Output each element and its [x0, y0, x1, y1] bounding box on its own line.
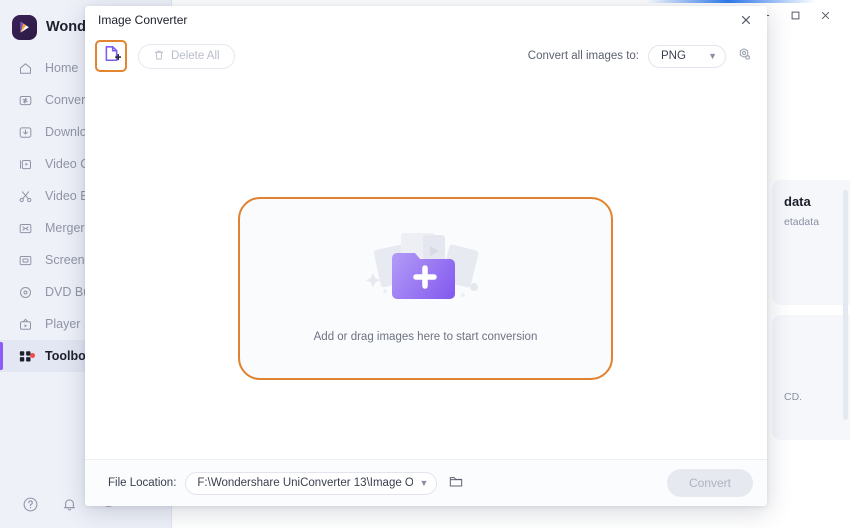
player-icon [17, 316, 34, 333]
sidebar-item-label: Video C [45, 157, 90, 171]
format-select[interactable]: PNG ▼ [648, 44, 726, 68]
screen-recorder-icon [17, 252, 34, 269]
open-folder-icon [448, 473, 464, 494]
toolbox-icon [17, 348, 35, 365]
dvd-burner-icon [17, 284, 34, 301]
toolbar-right-group: Convert all images to: PNG ▼ [527, 44, 753, 68]
trash-icon [153, 49, 165, 64]
add-file-button[interactable] [95, 40, 127, 72]
sidebar-item-label: Home [45, 61, 79, 75]
dialog-body: Add or drag images here to start convers… [85, 78, 767, 459]
sidebar-item-label: Convert [45, 93, 89, 107]
top-accent-bar [172, 0, 850, 3]
add-folder-icon [361, 229, 491, 309]
app-root: Wonder Home Convert Download Video C Vid… [0, 0, 850, 528]
image-dropzone[interactable]: Add or drag images here to start convers… [238, 197, 613, 380]
help-icon[interactable] [22, 496, 39, 518]
image-converter-dialog: Image Converter Delete All Convert all i… [85, 6, 767, 506]
delete-all-label: Delete All [171, 50, 220, 62]
dialog-titlebar: Image Converter [85, 6, 767, 34]
toolbox-card-title: data [784, 194, 811, 209]
convert-button[interactable]: Convert [667, 469, 753, 497]
notification-badge-dot [30, 352, 35, 358]
video-compress-icon [17, 156, 34, 173]
video-editor-icon [17, 188, 34, 205]
dialog-toolbar: Delete All Convert all images to: PNG ▼ [85, 34, 767, 78]
chevron-down-icon: ▼ [708, 51, 717, 61]
dialog-close-button[interactable] [733, 9, 759, 31]
file-location-label: File Location: [108, 477, 177, 489]
convert-button-label: Convert [688, 476, 732, 490]
download-icon [17, 124, 34, 141]
wondershare-logo-icon [12, 14, 37, 40]
toolbox-card[interactable]: data etadata [772, 180, 850, 305]
browse-folder-button[interactable] [446, 473, 466, 493]
convert-icon [17, 92, 34, 109]
dialog-footer: File Location: F:\Wondershare UniConvert… [85, 459, 767, 506]
merger-icon [17, 220, 34, 237]
close-button[interactable] [810, 2, 840, 28]
convert-all-label: Convert all images to: [527, 50, 639, 62]
content-scrollbar[interactable] [843, 190, 848, 420]
dropzone-text: Add or drag images here to start convers… [313, 330, 538, 343]
maximize-button[interactable] [780, 2, 810, 28]
toolbox-card[interactable]: CD. [772, 315, 850, 440]
notification-bell-icon[interactable] [61, 496, 78, 518]
settings-button[interactable] [735, 47, 753, 65]
file-location-value: F:\Wondershare UniConverter 13\Image Out… [197, 477, 414, 489]
sidebar-item-label: Player [45, 317, 81, 331]
sidebar-item-label: Merger [45, 221, 85, 235]
home-icon [17, 60, 34, 77]
format-select-value: PNG [661, 50, 686, 62]
toolbox-card-subtitle: etadata [784, 216, 820, 228]
settings-gear-icon [736, 46, 752, 67]
add-file-icon [102, 44, 121, 68]
file-location-select[interactable]: F:\Wondershare UniConverter 13\Image Out… [185, 471, 438, 495]
chevron-down-icon: ▼ [419, 478, 429, 488]
delete-all-button[interactable]: Delete All [138, 43, 235, 69]
toolbox-card-subtitle: CD. [784, 391, 803, 403]
dialog-title: Image Converter [98, 13, 188, 27]
